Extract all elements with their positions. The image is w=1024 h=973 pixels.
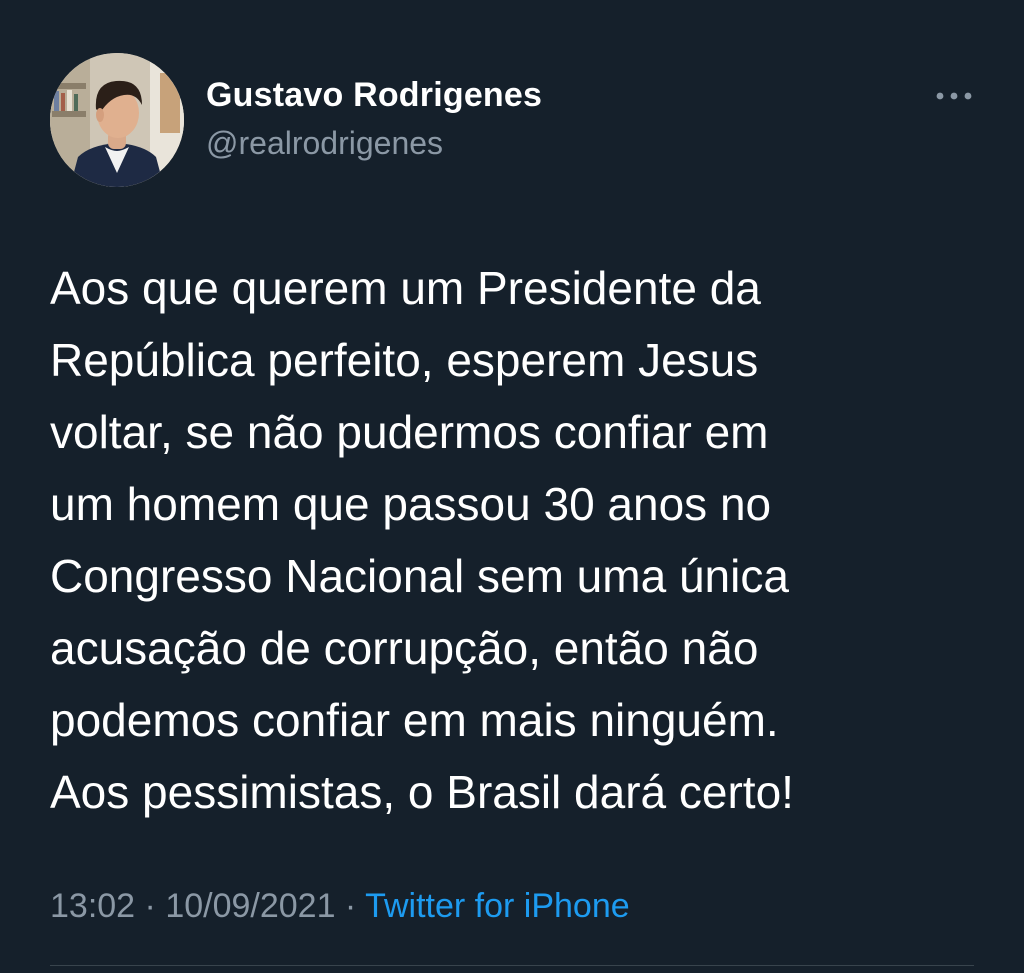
meta-separator: · — [135, 887, 166, 925]
tweet-text: Aos que querem um Presidente da Repúblic… — [50, 262, 794, 818]
more-horizontal-icon — [936, 92, 972, 100]
tweet-source-link[interactable]: Twitter for iPhone — [365, 887, 630, 925]
author-handle[interactable]: @realrodrigenes — [206, 125, 443, 162]
meta-separator: · — [335, 887, 366, 925]
tweet-metadata: 13:02 · 10/09/2021 · Twitter for iPhone — [50, 887, 630, 926]
more-options-button[interactable] — [926, 80, 982, 112]
avatar-image — [50, 53, 184, 187]
divider — [50, 965, 974, 966]
tweet-time[interactable]: 13:02 — [50, 887, 135, 925]
author-display-name[interactable]: Gustavo Rodrigenes — [206, 76, 542, 115]
tweet-card: Gustavo Rodrigenes @realrodrigenes Aos q… — [0, 0, 1024, 973]
tweet-date[interactable]: 10/09/2021 — [165, 887, 335, 925]
avatar[interactable] — [50, 53, 184, 187]
